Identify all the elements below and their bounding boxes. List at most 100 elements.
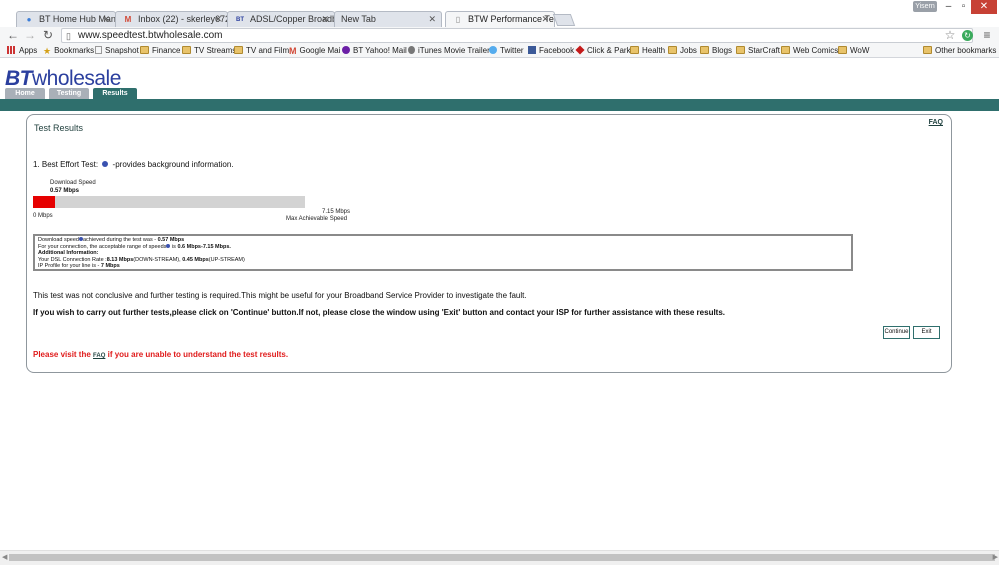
scroll-left-icon[interactable]: ◀ [2, 553, 7, 561]
bookmark-apps[interactable]: Apps [7, 45, 37, 57]
bookmark-wow[interactable]: WoW [838, 45, 869, 57]
close-icon[interactable]: ✕ [321, 14, 329, 25]
folder-icon [140, 46, 149, 54]
bookmark-label: iTunes Movie Trailers [418, 46, 494, 55]
bookmark-label: Other bookmarks [935, 46, 997, 55]
logo-bt: BT [5, 67, 33, 90]
tab-title: New Tab [341, 14, 376, 24]
instructions-message: If you wish to carry out further tests,p… [33, 308, 726, 317]
address-bar[interactable]: ▯ www.speedtest.btwholesale.com [61, 28, 973, 43]
nav-band [0, 99, 999, 111]
inconclusive-message: This test was not conclusive and further… [33, 291, 527, 300]
exit-button[interactable]: Exit [913, 326, 940, 339]
horizontal-scrollbar[interactable]: ◀ ▶ [0, 550, 999, 565]
bookmark-starcraft[interactable]: StarCraft [736, 45, 780, 57]
star-icon: ★ [43, 46, 52, 56]
page-title: Test Results [34, 123, 84, 133]
page-icon: ▯ [66, 31, 71, 41]
tab-adsl-copper[interactable]: BT ADSL/Copper Broadband ✕ [227, 11, 335, 27]
visit-suffix: if you are unable to understand the test… [105, 350, 289, 359]
bookmark-jobs[interactable]: Jobs [668, 45, 697, 57]
bookmark-label: Bookmarks [54, 46, 95, 55]
bookmark-click-park[interactable]: Click & Park [575, 45, 631, 57]
extension-icon[interactable]: ↻ [962, 30, 973, 41]
faq-link[interactable]: FAQ [929, 119, 943, 126]
page-content: BTwholesale Home Testing Results Test Re… [0, 59, 999, 549]
gmail-icon: M [289, 46, 297, 56]
close-window-button[interactable]: ✕ [971, 0, 997, 14]
faq-inline-link[interactable]: FAQ [93, 353, 105, 359]
forward-icon[interactable]: → [23, 27, 37, 44]
scrollbar-thumb[interactable] [9, 554, 995, 561]
bookmark-label: TV Streams [194, 46, 237, 55]
twitter-icon [489, 46, 497, 54]
close-icon[interactable]: ✕ [102, 14, 110, 25]
bookmark-facebook[interactable]: Facebook [528, 45, 574, 57]
folder-icon [781, 46, 790, 54]
reload-icon[interactable]: ↻ [41, 27, 55, 44]
folder-icon [630, 46, 639, 54]
info-text: Your DSL Connection Rate : [38, 256, 107, 263]
minimize-button[interactable]: – [941, 0, 956, 14]
facebook-icon [528, 46, 536, 54]
bookmark-blogs[interactable]: Blogs [700, 45, 732, 57]
bookmark-tv-and-film[interactable]: TV and Film [234, 45, 289, 57]
page-icon [95, 46, 102, 54]
bookmark-snapshot[interactable]: Snapshot [95, 45, 139, 57]
bookmark-label: Web Comics [793, 46, 839, 55]
folder-icon [182, 46, 191, 54]
tab-btw-performance[interactable]: ▯ BTW Performance Test ✕ [445, 11, 555, 28]
user-badge[interactable]: Yisern [913, 1, 937, 12]
new-tab-button[interactable] [552, 14, 576, 26]
info-value: 8.13 Mbps [106, 256, 134, 263]
tab-bt-home-hub[interactable]: ● BT Home Hub Manager - ✕ [16, 11, 116, 27]
bookmark-label: Snapshot [105, 46, 139, 55]
bt-icon: BT [236, 17, 244, 23]
speed-info-box: Download speed achieved during the test w… [33, 234, 853, 271]
bookmark-google-mail[interactable]: M Google Mai [289, 45, 340, 57]
bookmarks-bar: Apps ★ Bookmarks Snapshot Finance TV Stre… [0, 44, 999, 58]
best-effort-heading: 1. Best Effort Test: -provides backgroun… [33, 160, 234, 169]
continue-button[interactable]: Continue [883, 326, 910, 339]
close-icon[interactable]: ✕ [541, 14, 549, 25]
section-suffix: -provides background information. [112, 160, 234, 169]
folder-icon [923, 46, 932, 54]
tab-inbox[interactable]: M Inbox (22) - skerley672@ ✕ [115, 11, 228, 27]
apple-icon [408, 46, 415, 54]
info-text: For your connection, the acceptable rang… [38, 243, 167, 250]
bookmark-star-icon[interactable]: ☆ [943, 27, 957, 44]
bookmark-twitter[interactable]: Twitter [489, 45, 524, 57]
bookmark-health[interactable]: Health [630, 45, 665, 57]
folder-icon [838, 46, 847, 54]
info-heading: Additional Information: [38, 250, 99, 256]
folder-icon [736, 46, 745, 54]
info-value: 0.6 Mbps-7.15 Mbps. [177, 243, 231, 250]
bookmark-label: Apps [19, 46, 38, 55]
bookmark-label: Jobs [680, 46, 697, 55]
folder-icon [668, 46, 677, 54]
bookmark-tv-streams[interactable]: TV Streams [182, 45, 236, 57]
bookmark-bt-yahoo-mail[interactable]: BT Yahoo! Mail [342, 45, 407, 57]
close-icon[interactable]: ✕ [428, 14, 436, 25]
bookmark-itunes[interactable]: iTunes Movie Trailers [408, 45, 494, 57]
info-icon[interactable] [102, 161, 109, 167]
bookmark-label: Facebook [539, 46, 575, 55]
bookmark-bookmarks[interactable]: ★ Bookmarks [43, 45, 94, 57]
menu-icon[interactable]: ≡ [980, 27, 994, 44]
bookmark-label: StarCraft [748, 46, 781, 55]
download-label: Download Speed [50, 180, 96, 186]
url-text: www.speedtest.btwholesale.com [78, 30, 223, 41]
axis-caption: Max Achievable Speed [286, 216, 348, 222]
apps-icon [7, 46, 16, 54]
other-bookmarks[interactable]: Other bookmarks [923, 45, 996, 57]
gmail-icon: M [124, 15, 132, 24]
maximize-button[interactable]: ▫ [956, 0, 971, 14]
tab-new-tab[interactable]: New Tab ✕ [334, 11, 442, 27]
folder-icon [700, 46, 709, 54]
bookmark-web-comics[interactable]: Web Comics [781, 45, 838, 57]
close-icon[interactable]: ✕ [214, 14, 222, 25]
bookmark-finance[interactable]: Finance [140, 45, 180, 57]
scroll-right-icon[interactable]: ▶ [993, 553, 998, 561]
back-icon[interactable]: ← [6, 27, 20, 44]
page-icon: ▯ [455, 15, 461, 24]
